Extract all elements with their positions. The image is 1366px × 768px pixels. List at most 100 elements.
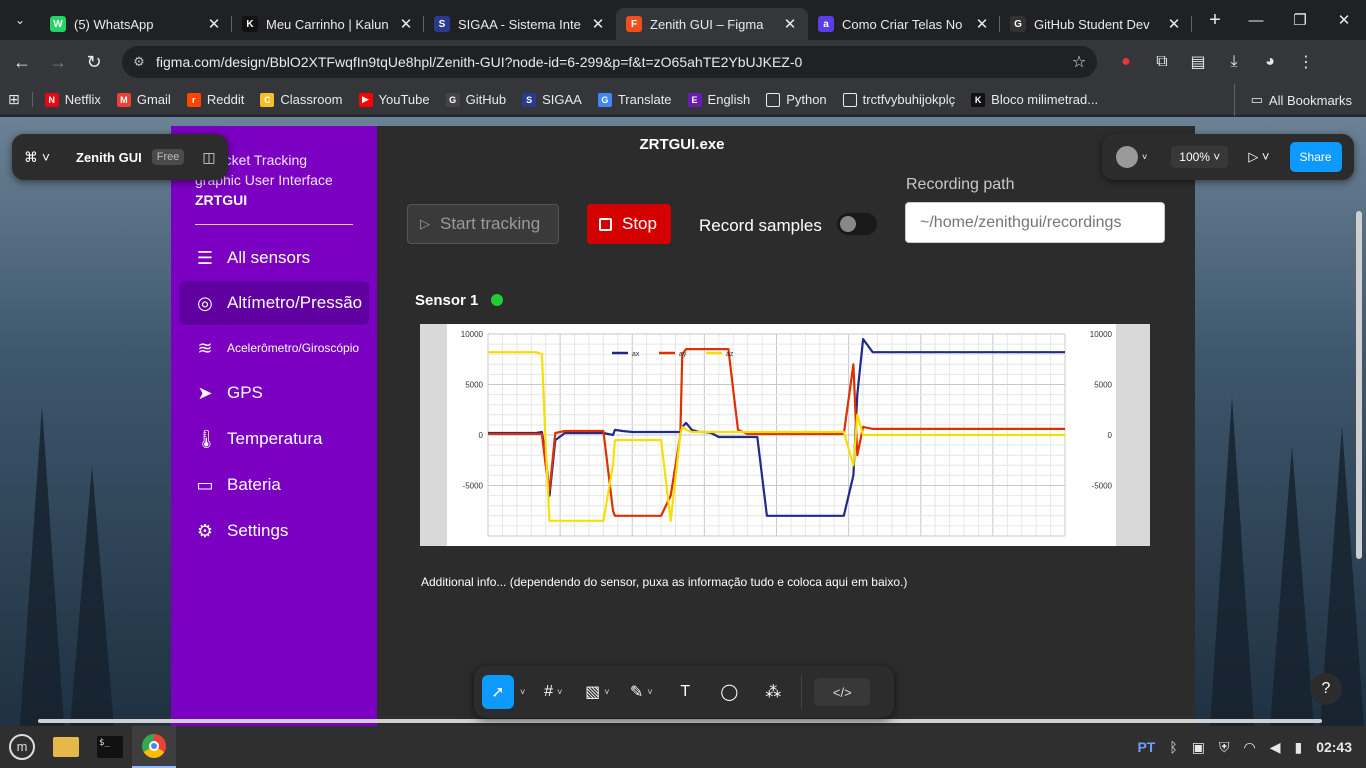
extension-red-icon[interactable]: ● [1108, 53, 1144, 71]
shield-icon[interactable]: ⛨ [1219, 739, 1230, 756]
y-tick-label-right: 0 [1108, 431, 1113, 440]
bookmark-item[interactable]: r Reddit [179, 92, 253, 107]
clock[interactable]: 02:43 [1316, 739, 1352, 755]
sidebar-item-gps[interactable]: ➤ GPS [179, 371, 369, 415]
browser-tab[interactable]: S SIGAA - Sistema Inte ✕ [424, 8, 616, 40]
apps-grid-icon[interactable]: ⊞ [0, 91, 28, 108]
profile-avatar-icon[interactable]: ◕ [1252, 53, 1288, 71]
image-tool-icon[interactable]: ▧ ˅ [575, 675, 619, 709]
bookmark-item[interactable]: trctfvybuhijokplç [835, 92, 963, 107]
text-tool-icon[interactable]: T [663, 675, 707, 709]
all-bookmarks-button[interactable]: ▭ All Bookmarks [1233, 84, 1352, 116]
reload-icon[interactable]: ↻ [76, 52, 112, 73]
bookmark-label: YouTube [378, 92, 430, 107]
stop-square-icon [599, 217, 612, 231]
bookmark-item[interactable]: Python [758, 92, 834, 107]
close-window-icon[interactable]: ✕ [1322, 11, 1366, 29]
components-icon[interactable]: ⁂ [751, 675, 795, 709]
bookmark-label: Gmail [136, 92, 171, 107]
horizontal-scrollbar[interactable] [38, 719, 1322, 723]
battery-icon[interactable]: ▮ [1294, 739, 1302, 756]
terminal-icon[interactable]: $_ [88, 726, 132, 768]
close-tab-icon[interactable]: ✕ [782, 15, 798, 33]
sidebar-item-bateria[interactable]: ▭ Bateria [179, 463, 369, 507]
move-tool-icon[interactable]: ➚ [482, 675, 514, 709]
forward-icon[interactable]: → [40, 52, 76, 73]
comment-tool-icon[interactable]: ◯ [707, 675, 751, 709]
bluetooth-icon[interactable]: ᛒ [1169, 739, 1177, 755]
zrtgui-frame[interactable]: h Rocket Tracking graphic User Interface… [171, 126, 1195, 726]
site-info-icon[interactable]: ⚙ [122, 54, 156, 70]
side-panel-icon[interactable]: ▤ [1180, 52, 1216, 72]
bookmark-item[interactable]: E English [680, 92, 759, 107]
minimize-icon[interactable]: — [1234, 12, 1278, 29]
sidebar-item-aceler-metro-girosc-pio[interactable]: ≋ Acelerômetro/Giroscópio [179, 326, 369, 370]
pen-tool-icon[interactable]: ✎ ˅ [619, 675, 663, 709]
maximize-icon[interactable]: ❐ [1278, 11, 1322, 29]
files-folder-icon[interactable] [44, 726, 88, 768]
chevron-down-icon[interactable]: ˅ [1142, 152, 1147, 162]
toggle-knob [840, 216, 856, 232]
frame-tool-icon[interactable]: # ˅ [531, 675, 575, 709]
close-tab-icon[interactable]: ✕ [590, 15, 606, 33]
dev-mode-toggle[interactable]: </> [814, 678, 871, 706]
omnibox[interactable]: ⚙ figma.com/design/BblO2XTFwqfIn9tqUe8hp… [122, 46, 1097, 78]
browser-tab[interactable]: G GitHub Student Dev ✕ [1000, 8, 1192, 40]
stop-label: Stop [622, 214, 657, 233]
browser-tab[interactable]: a Como Criar Telas No ✕ [808, 8, 1000, 40]
browser-tab[interactable]: F Zenith GUI – Figma ✕ [616, 8, 808, 40]
keyboard-layout[interactable]: PT [1137, 739, 1155, 755]
classroom-icon: C [260, 92, 275, 107]
browser-tab[interactable]: W (5) WhatsApp ✕ [40, 8, 232, 40]
bookmark-item[interactable]: M Gmail [109, 92, 179, 107]
bookmark-item[interactable]: C Classroom [252, 92, 350, 107]
bookmark-item[interactable]: G GitHub [438, 92, 514, 107]
sigaa-icon: S [522, 92, 537, 107]
tab-search-icon[interactable]: ⌄ [0, 0, 40, 40]
download-icon[interactable]: ⤓ [1216, 53, 1252, 71]
bookmark-label: GitHub [465, 92, 507, 107]
bookmark-item[interactable]: N Netflix [37, 92, 109, 107]
chevron-down-icon[interactable]: ˅ [520, 687, 525, 697]
new-tab-button[interactable]: + [1200, 9, 1230, 32]
figma-canvas[interactable]: h Rocket Tracking graphic User Interface… [0, 117, 1366, 726]
toggle-ui-icon[interactable]: ◫ [202, 149, 215, 166]
chrome-icon[interactable] [132, 726, 176, 768]
user-avatar[interactable] [1116, 146, 1138, 168]
help-button[interactable]: ? [1310, 673, 1342, 705]
recording-path-input[interactable] [905, 202, 1165, 243]
bookmark-star-icon[interactable]: ☆ [1061, 52, 1097, 72]
url-text[interactable]: figma.com/design/BblO2XTFwqfIn9tqUe8hpl/… [156, 54, 1061, 70]
browser-tab[interactable]: K Meu Carrinho | Kalun ✕ [232, 8, 424, 40]
sidebar-item-all-sensors[interactable]: ☰ All sensors [179, 236, 369, 280]
tab-title: GitHub Student Dev [1034, 16, 1150, 32]
sidebar-item-alt-metro-press-o[interactable]: ◎ Altímetro/Pressão [179, 281, 369, 325]
clipboard-icon[interactable]: ▣ [1192, 739, 1205, 756]
extensions-puzzle-icon[interactable]: ⧉ [1144, 53, 1180, 71]
share-button[interactable]: Share [1289, 142, 1342, 172]
close-tab-icon[interactable]: ✕ [206, 15, 222, 33]
vertical-scrollbar[interactable] [1356, 211, 1362, 559]
zoom-dropdown[interactable]: 100% ˅ [1171, 146, 1229, 168]
bookmark-item[interactable]: S SIGAA [514, 92, 590, 107]
close-tab-icon[interactable]: ✕ [1166, 15, 1182, 33]
close-tab-icon[interactable]: ✕ [398, 15, 414, 33]
record-samples-toggle[interactable] [837, 213, 877, 235]
close-tab-icon[interactable]: ✕ [974, 15, 990, 33]
bookmark-item[interactable]: K Bloco milimetrad... [963, 92, 1106, 107]
volume-icon[interactable]: ◀ [1270, 739, 1281, 756]
start-tracking-button[interactable]: ▷ Start tracking [407, 204, 559, 244]
stop-button[interactable]: Stop [587, 204, 671, 244]
wifi-icon[interactable]: ◠ [1243, 739, 1255, 756]
present-play-icon[interactable]: ▷ ˅ [1248, 149, 1269, 165]
sidebar-item-settings[interactable]: ⚙ Settings [179, 509, 369, 553]
bookmark-list: N Netflix M Gmail r Reddit C Classroom ▶ YouTube G… [31, 92, 1106, 107]
mint-menu-icon[interactable]: m [0, 726, 44, 768]
back-icon[interactable]: ← [4, 52, 40, 73]
sidebar-item-temperatura[interactable]: 🌡 Temperatura [179, 417, 369, 461]
bookmark-item[interactable]: G Translate [590, 92, 680, 107]
chrome-menu-icon[interactable]: ⋮ [1288, 52, 1324, 72]
file-name[interactable]: Zenith GUI [76, 150, 142, 165]
bookmark-item[interactable]: ▶ YouTube [351, 92, 438, 107]
figma-menu-icon[interactable]: ⌘ ˅ [12, 149, 62, 166]
